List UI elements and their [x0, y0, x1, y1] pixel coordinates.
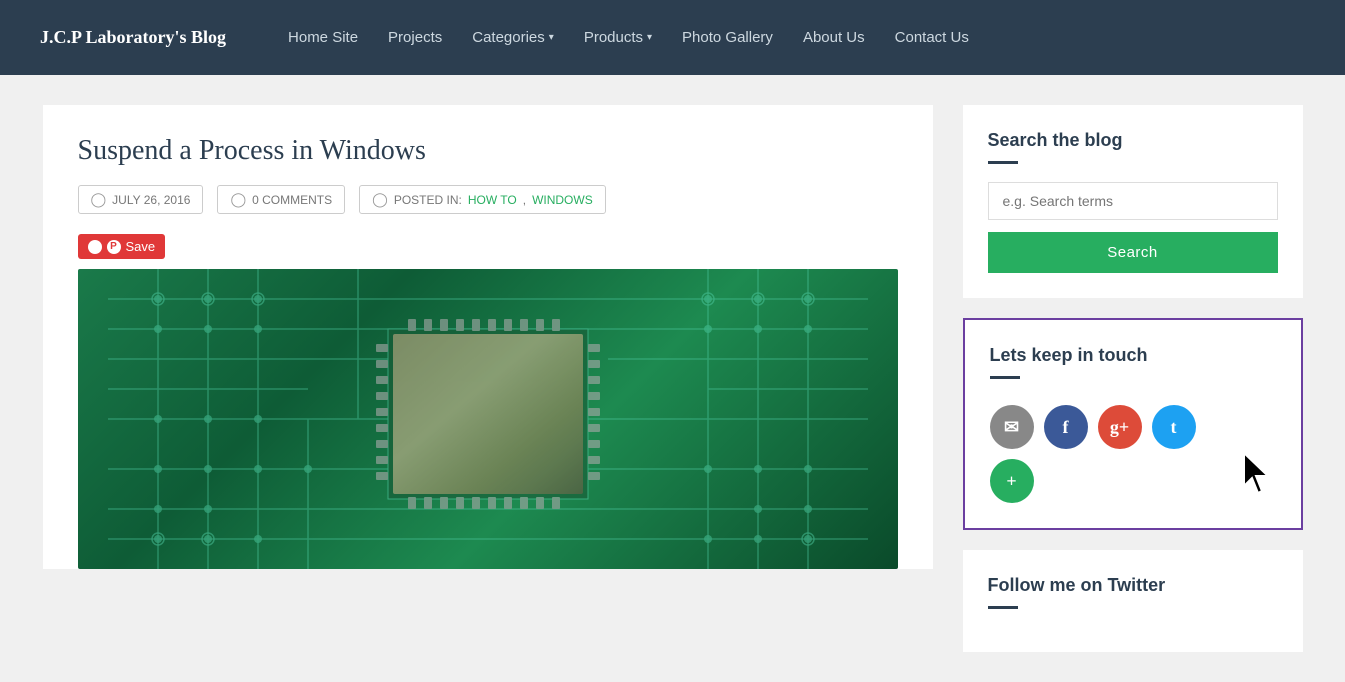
keep-in-touch-widget: Lets keep in touch ✉ f g+ t +: [963, 318, 1303, 530]
nav-categories[interactable]: Categories ▾: [460, 21, 566, 54]
nav-home-site[interactable]: Home Site: [276, 21, 370, 54]
category-how-to[interactable]: HOW TO: [468, 193, 517, 207]
nav-categories-link[interactable]: Categories ▾: [460, 21, 566, 54]
nav-photo-gallery[interactable]: Photo Gallery: [670, 21, 785, 54]
post-title: Suspend a Process in Windows: [78, 135, 898, 167]
post-date: JULY 26, 2016: [112, 193, 190, 207]
sidebar: Search the blog Search Lets keep in touc…: [963, 105, 1303, 652]
nav-products-link[interactable]: Products ▾: [572, 21, 664, 54]
nav-projects-link[interactable]: Projects: [376, 21, 454, 54]
nav-products[interactable]: Products ▾: [572, 21, 664, 54]
post-comments-meta[interactable]: ◯ 0 COMMENTS: [217, 185, 345, 214]
cursor-icon: [1236, 448, 1276, 498]
search-widget: Search the blog Search: [963, 105, 1303, 298]
nav-projects[interactable]: Projects: [376, 21, 454, 54]
categories-dropdown-arrow: ▾: [549, 32, 554, 43]
email-social-icon[interactable]: ✉: [990, 405, 1034, 449]
post-date-meta: ◯ JULY 26, 2016: [78, 185, 204, 214]
navbar: J.C.P Laboratory's Blog Home Site Projec…: [0, 0, 1345, 75]
post-comments: 0 COMMENTS: [252, 193, 332, 207]
follow-twitter-widget: Follow me on Twitter: [963, 550, 1303, 652]
more-social-icon[interactable]: +: [990, 459, 1034, 503]
post-image: [78, 269, 898, 569]
folder-icon: ◯: [372, 191, 388, 208]
post-categories-meta: ◯ POSTED IN: HOW TO, WINDOWS: [359, 185, 606, 214]
save-button-wrapper: P Save: [78, 234, 898, 259]
nav-contact-us-link[interactable]: Contact Us: [883, 21, 981, 54]
save-label: Save: [126, 239, 156, 254]
nav-home-site-link[interactable]: Home Site: [276, 21, 370, 54]
comment-icon: ◯: [230, 191, 246, 208]
nav-about-us-link[interactable]: About Us: [791, 21, 877, 54]
twitter-social-icon[interactable]: t: [1152, 405, 1196, 449]
posted-in-label: POSTED IN:: [394, 193, 462, 207]
post-meta: ◯ JULY 26, 2016 ◯ 0 COMMENTS ◯ POSTED IN…: [78, 185, 898, 214]
facebook-social-icon[interactable]: f: [1044, 405, 1088, 449]
site-brand[interactable]: J.C.P Laboratory's Blog: [40, 27, 226, 48]
search-button[interactable]: Search: [988, 232, 1278, 273]
follow-twitter-underline: [988, 606, 1018, 609]
category-windows[interactable]: WINDOWS: [532, 193, 593, 207]
clock-icon: ◯: [91, 191, 107, 208]
pinterest-icon: P: [107, 240, 121, 254]
main-content: Suspend a Process in Windows ◯ JULY 26, …: [43, 105, 933, 569]
keep-in-touch-underline: [990, 376, 1020, 379]
social-icons: ✉ f g+ t +: [990, 405, 1206, 503]
pinterest-save-button[interactable]: P Save: [78, 234, 166, 259]
search-input[interactable]: [988, 182, 1278, 220]
keep-in-touch-title: Lets keep in touch: [990, 345, 1276, 366]
follow-twitter-title: Follow me on Twitter: [988, 575, 1278, 596]
circuit-svg: [78, 269, 898, 569]
search-widget-title: Search the blog: [988, 130, 1278, 151]
nav-about-us[interactable]: About Us: [791, 21, 877, 54]
nav-photo-gallery-link[interactable]: Photo Gallery: [670, 21, 785, 54]
nav-contact-us[interactable]: Contact Us: [883, 21, 981, 54]
search-title-underline: [988, 161, 1018, 164]
page-wrapper: Suspend a Process in Windows ◯ JULY 26, …: [23, 105, 1323, 652]
google-plus-social-icon[interactable]: g+: [1098, 405, 1142, 449]
products-dropdown-arrow: ▾: [647, 32, 652, 43]
